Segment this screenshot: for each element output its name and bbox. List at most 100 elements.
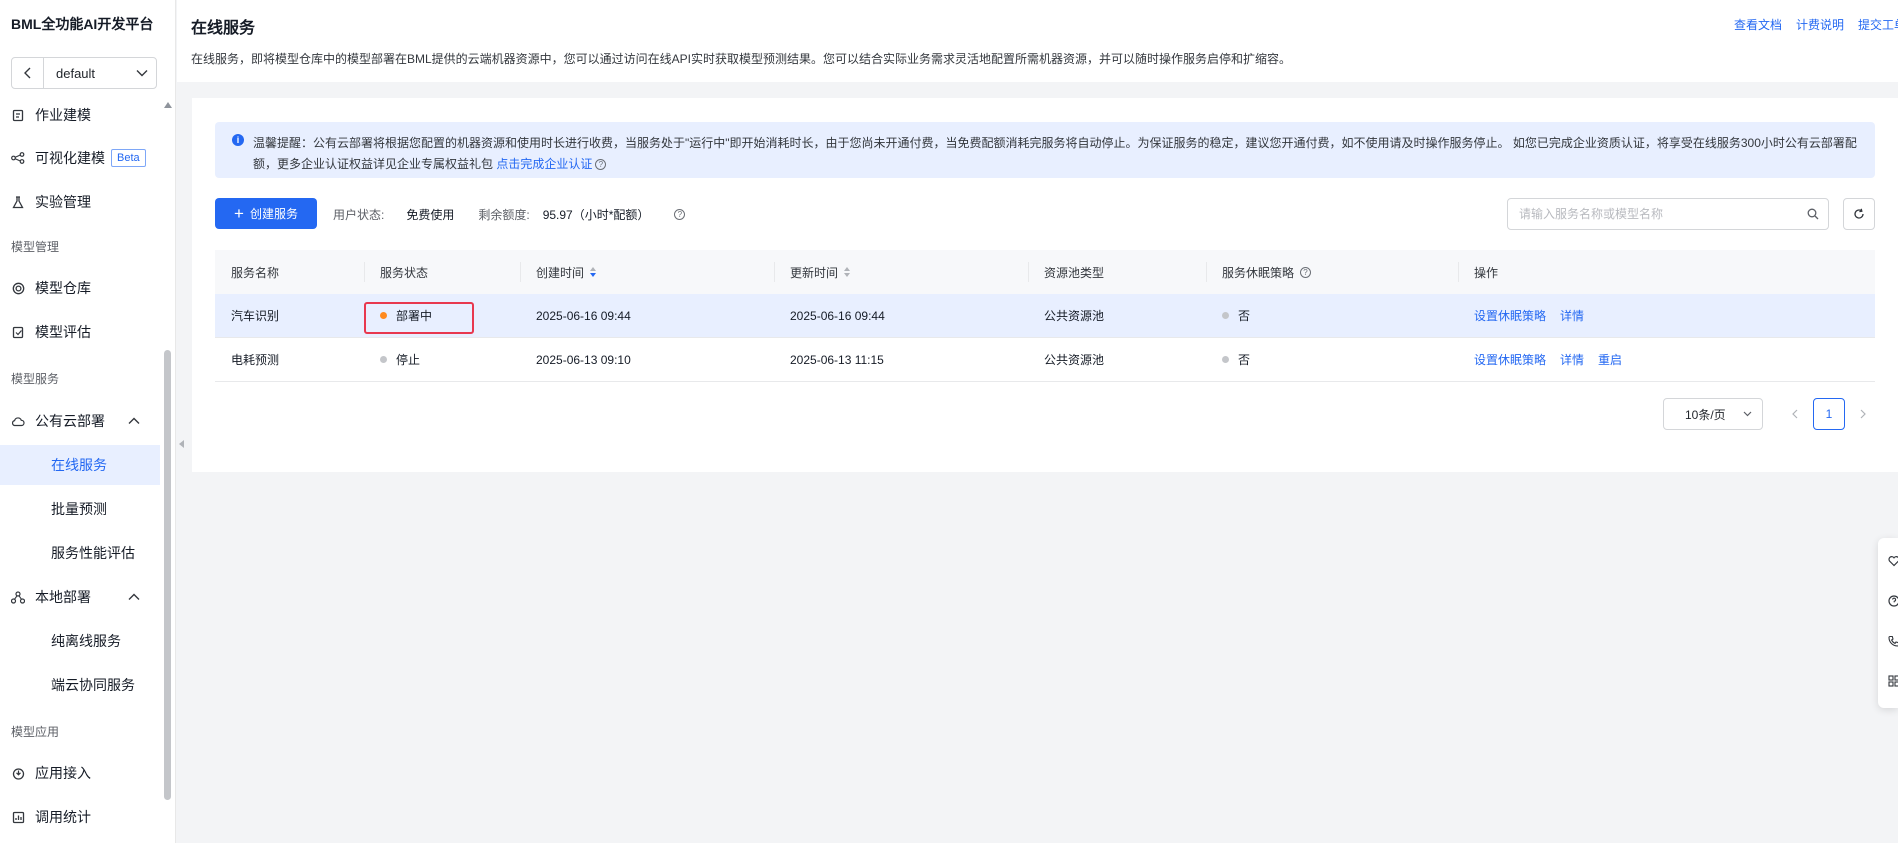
created-time: 2025-06-13 09:10 [536, 352, 631, 367]
set-sleep-policy-link[interactable]: 设置休眠策略 [1474, 351, 1546, 368]
details-link[interactable]: 详情 [1560, 351, 1584, 368]
phone-icon[interactable] [1888, 634, 1898, 648]
service-table: 服务名称 服务状态 创建时间 更新时间 资源池类型 服务休眠策略? 操作 汽车识… [215, 250, 1875, 382]
user-status-value: 免费使用 [406, 208, 455, 222]
plug-icon [12, 767, 24, 780]
table-row[interactable]: 汽车识别 部署中 2025-06-16 09:44 2025-06-16 09:… [215, 294, 1875, 338]
page-title: 在线服务 [191, 20, 256, 37]
sleep-dot [1222, 312, 1229, 319]
sidebar-item-label: 本地部署 [35, 589, 91, 605]
sidebar-collapse-button[interactable] [176, 430, 186, 458]
sidebar-item-label: 公有云部署 [35, 413, 105, 429]
search-box[interactable] [1507, 198, 1829, 230]
sidebar-item-label: 调用统计 [35, 809, 91, 825]
col-updated[interactable]: 更新时间 [774, 250, 1028, 294]
col-name: 服务名称 [231, 265, 280, 280]
col-pool: 资源池类型 [1028, 250, 1206, 294]
grid-icon[interactable] [1888, 674, 1898, 688]
col-created[interactable]: 创建时间 [520, 250, 774, 294]
chevron-right-icon [1860, 409, 1866, 419]
sidebar-item-perf-eval[interactable]: 服务性能评估 [0, 533, 160, 573]
user-status: 用户状态: 免费使用 剩余额度: 95.97（小时*配额） ? [333, 206, 686, 223]
page-header: 在线服务 在线服务，即将模型仓库中的模型部署在BML提供的云端机器资源中，您可以… [177, 0, 1898, 82]
sidebar-item-label: 模型评估 [35, 324, 91, 340]
sleep-help-icon[interactable]: ? [1300, 266, 1312, 278]
cloud-icon [11, 416, 25, 426]
flask-icon [12, 195, 24, 208]
set-sleep-policy-link[interactable]: 设置休眠策略 [1474, 307, 1546, 324]
col-status: 服务状态 [364, 250, 520, 294]
info-icon: i [232, 134, 244, 146]
report-check-icon [12, 326, 23, 338]
document-edit-icon [12, 109, 23, 121]
service-status: 停止 [364, 338, 520, 381]
chevron-up-icon[interactable] [128, 417, 140, 425]
question-icon[interactable] [1888, 594, 1898, 608]
chevron-down-icon [136, 70, 148, 77]
sidebar-scrollbar[interactable] [163, 98, 172, 843]
user-status-label: 用户状态: [333, 208, 385, 222]
nav-group-model-app: 模型应用 [11, 725, 60, 739]
notice-banner: i 温馨提醒：公有云部署将根据您配置的机器资源和使用时长进行收费，当服务处于"运… [215, 122, 1875, 178]
notice-text: 温馨提醒：公有云部署将根据您配置的机器资源和使用时长进行收费，当服务处于"运行中… [253, 136, 1857, 171]
sidebar-item-batch-predict[interactable]: 批量预测 [0, 489, 160, 529]
billing-link[interactable]: 计费说明 [1796, 16, 1844, 33]
floating-toolbar [1878, 538, 1898, 708]
table-row[interactable]: 电耗预测 停止 2025-06-13 09:10 2025-06-13 11:1… [215, 338, 1875, 382]
sidebar-item-job-modeling[interactable]: 作业建模 [0, 95, 160, 135]
restart-link[interactable]: 重启 [1598, 351, 1622, 368]
sidebar-item-local-deploy[interactable]: 本地部署 [0, 577, 160, 617]
scroll-up-arrow-icon[interactable] [164, 102, 172, 108]
prev-page-button[interactable] [1787, 409, 1803, 419]
details-link[interactable]: 详情 [1560, 307, 1584, 324]
table-header: 服务名称 服务状态 创建时间 更新时间 资源池类型 服务休眠策略? 操作 [215, 250, 1875, 294]
sidebar-item-app-access[interactable]: 应用接入 [0, 753, 160, 793]
flow-nodes-icon [11, 152, 25, 164]
stats-icon [12, 811, 24, 823]
heart-icon[interactable] [1888, 554, 1898, 568]
sidebar-item-edge-cloud[interactable]: 端云协同服务 [0, 665, 160, 705]
sidebar-item-visual-modeling[interactable]: 可视化建模 Beta [0, 138, 160, 178]
refresh-button[interactable] [1843, 198, 1875, 230]
row-ops: 设置休眠策略 详情 [1458, 294, 1875, 337]
sort-icon[interactable] [844, 267, 851, 277]
search-icon[interactable] [1807, 208, 1819, 220]
brand-title: BML全功能AI开发平台 [11, 16, 154, 32]
header-links: 查看文档 计费说明 提交工单 [1734, 16, 1898, 33]
enterprise-cert-link[interactable]: 点击完成企业认证 [496, 157, 592, 171]
network-nodes-icon [11, 590, 25, 604]
sidebar-item-model-repo[interactable]: 模型仓库 [0, 268, 160, 308]
chevron-left-icon [1792, 409, 1798, 419]
col-sleep: 服务休眠策略? [1206, 250, 1458, 294]
sidebar-item-online-service[interactable]: 在线服务 [0, 445, 160, 485]
submit-ticket-link[interactable]: 提交工单 [1858, 16, 1898, 33]
quota-label: 剩余额度: [478, 208, 530, 222]
next-page-button[interactable] [1855, 409, 1871, 419]
page-number[interactable]: 1 [1813, 398, 1845, 430]
quota-help-icon[interactable]: ? [674, 209, 686, 220]
help-icon[interactable]: ? [595, 159, 607, 171]
back-button[interactable] [12, 58, 44, 88]
sidebar-item-label: 可视化建模 [35, 150, 105, 166]
sidebar-item-public-cloud[interactable]: 公有云部署 [0, 401, 160, 441]
updated-time: 2025-06-13 11:15 [790, 352, 884, 367]
main-card: i 温馨提醒：公有云部署将根据您配置的机器资源和使用时长进行收费，当服务处于"运… [192, 98, 1898, 472]
sort-icon[interactable] [590, 267, 597, 277]
sidebar-item-call-stats[interactable]: 调用统计 [0, 797, 160, 837]
search-input[interactable] [1519, 207, 1798, 221]
view-docs-link[interactable]: 查看文档 [1734, 16, 1782, 33]
plus-icon: + [234, 203, 244, 223]
sleep-policy: 否 [1206, 338, 1458, 381]
pool-type: 公共资源池 [1044, 353, 1105, 367]
sidebar-item-offline-service[interactable]: 纯离线服务 [0, 621, 160, 661]
sidebar-item-label: 应用接入 [35, 765, 91, 781]
updated-time: 2025-06-16 09:44 [790, 308, 885, 323]
project-selector[interactable]: default [11, 57, 157, 89]
chevron-left-icon [23, 67, 30, 79]
sidebar-item-experiment[interactable]: 实验管理 [0, 182, 160, 222]
page-size-select[interactable]: 10条/页 [1663, 398, 1763, 430]
sidebar-item-model-eval[interactable]: 模型评估 [0, 312, 160, 352]
chevron-up-icon[interactable] [128, 593, 140, 601]
create-service-button[interactable]: + 创建服务 [215, 198, 317, 229]
scrollbar-thumb[interactable] [164, 350, 171, 800]
